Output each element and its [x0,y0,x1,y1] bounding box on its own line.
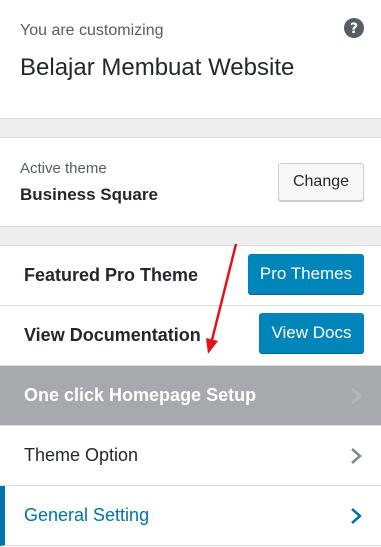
help-icon[interactable]: ? [343,17,365,39]
chevron-right-icon [351,448,362,464]
homepage-setup-label: One click Homepage Setup [24,385,257,405]
section-divider [0,226,381,246]
active-theme-name: Business Square [20,185,158,204]
general-setting-section[interactable]: General Setting [0,486,381,546]
active-theme-label: Active theme [20,160,107,177]
customizing-subtitle: You are customizing [20,22,164,39]
view-documentation-label: View Documentation [24,325,201,345]
theme-option-label: Theme Option [24,445,139,465]
svg-text:?: ? [350,21,358,37]
customizer-header: You are customizing Belajar Membuat Webs… [0,0,381,118]
featured-pro-theme-label: Featured Pro Theme [24,265,199,285]
site-title: Belajar Membuat Website [20,54,295,81]
general-setting-label: General Setting [24,505,150,525]
chevron-right-icon [351,508,362,524]
customizer-panel: You are customizing Belajar Membuat Webs… [0,0,381,547]
theme-option-section[interactable]: Theme Option [0,426,381,486]
homepage-setup-section[interactable]: One click Homepage Setup [0,366,381,426]
section-divider [0,118,381,138]
view-docs-button[interactable]: View Docs [259,313,364,353]
change-theme-button[interactable]: Change [278,163,364,201]
chevron-right-icon [351,388,362,404]
pro-themes-button[interactable]: Pro Themes [248,254,364,294]
